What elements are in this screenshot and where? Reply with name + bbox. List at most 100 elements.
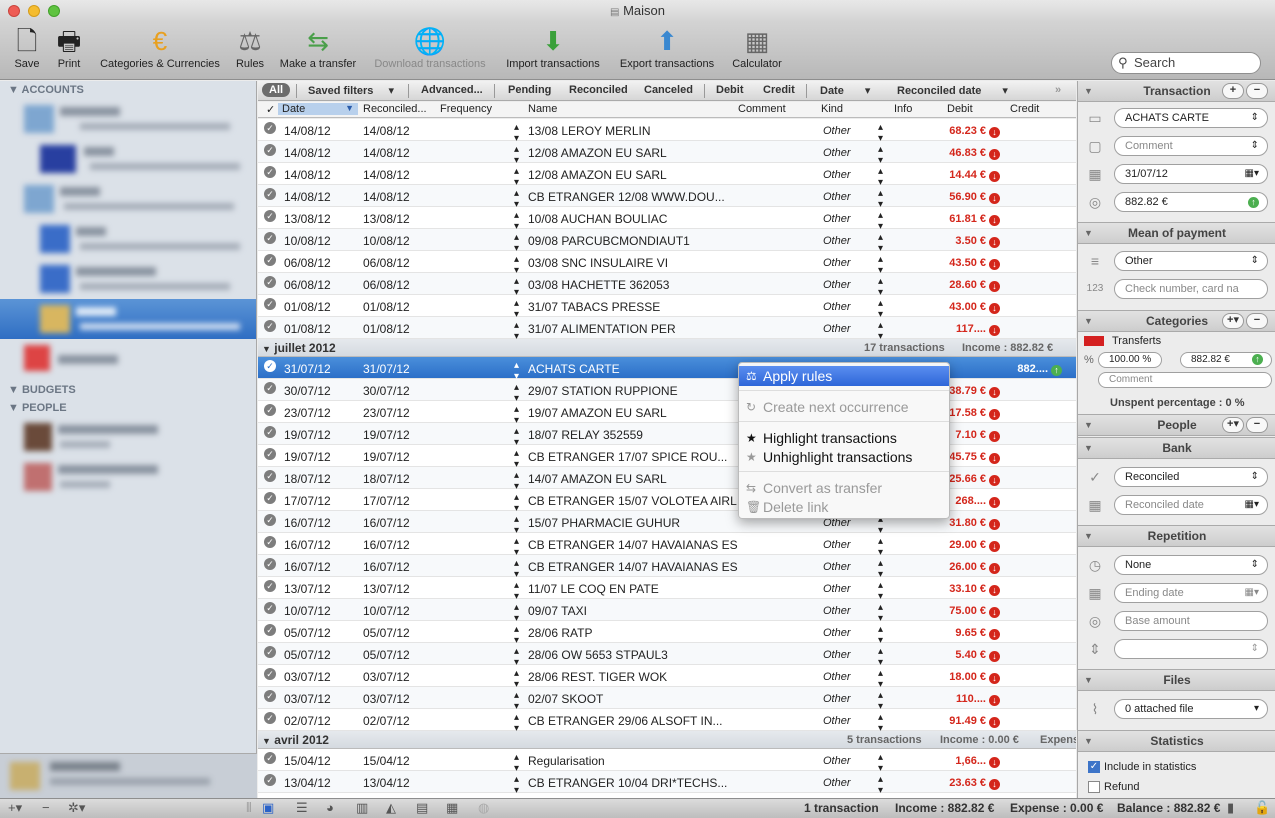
person-item[interactable] (0, 457, 256, 497)
filter-saved[interactable]: Saved filters ▾ (308, 84, 394, 97)
table-row[interactable]: ✓ 01/08/12 01/08/12 ▴ ▾ 31/07 TABACS PRESSE Ot… (258, 295, 1076, 320)
files-section-header[interactable]: ▼ Files (1078, 669, 1275, 691)
category-amount-field[interactable]: 882.82 € ↑ (1180, 352, 1272, 368)
lock-icon[interactable]: 🔓 (1254, 800, 1270, 816)
account-item[interactable] (0, 219, 256, 259)
save-button[interactable]: 🗋 Save (10, 26, 44, 70)
table-row-selected[interactable]: ✓ 31/07/12 31/07/12 ▴ ▾ ACHATS CARTE 882.... ↑ (258, 357, 1076, 382)
overflow-chevron-icon[interactable]: » (1055, 84, 1061, 96)
add-button[interactable]: + (1222, 83, 1244, 99)
reconciled-check-icon[interactable]: ✓ (264, 254, 276, 266)
reconciled-check-icon[interactable]: ✓ (264, 514, 276, 526)
table-row[interactable]: ✓ 02/07/12 02/07/12 ▴ ▾ CB ETRANGER 29/06 ALS… (258, 709, 1076, 734)
table-row[interactable]: ✓ 16/07/12 16/07/12 ▴ ▾ CB ETRANGER 14/07 HAV… (258, 555, 1076, 580)
reconciled-check-icon[interactable]: ✓ (264, 144, 276, 156)
table-row[interactable]: ✓ 10/08/12 10/08/12 ▴ ▾ 09/08 PARCUBCMONDIAUT… (258, 229, 1076, 254)
reconciled-check-icon[interactable]: ✓ (264, 712, 276, 724)
table-row[interactable]: ✓ 14/08/12 14/08/12 ▴ ▾ CB ETRANGER 12/08 WWW… (258, 185, 1076, 210)
bar-chart-icon[interactable]: ▥ (356, 800, 368, 816)
compare-chart-icon[interactable]: ▦ (446, 800, 458, 816)
table-row[interactable]: ✓ 15/04/12 15/04/12 ▴ ▾ Regularisation Other ▴ ▾… (258, 749, 1076, 774)
attached-files-select[interactable]: 0 attached file ▾ (1114, 699, 1268, 719)
account-item[interactable] (0, 139, 256, 179)
table-row[interactable]: ✓ 18/07/12 18/07/12 ▴ ▾ 14/07 AMAZON EU SARL 2… (258, 467, 1076, 492)
repetition-extra-select[interactable]: ⇕ (1114, 639, 1268, 659)
col-date[interactable]: Date ▼ (278, 103, 358, 115)
col-check[interactable]: ✓ (266, 103, 275, 116)
date-field[interactable]: 31/07/12 ▦▾ (1114, 164, 1268, 184)
add-account-button[interactable]: +▾ (8, 800, 22, 816)
remove-account-button[interactable]: − (42, 800, 50, 815)
reconciled-check-icon[interactable]: ✓ (264, 188, 276, 200)
menu-highlight[interactable]: ★ Highlight transactions (739, 428, 949, 448)
add-person-button[interactable]: +▾ (1222, 417, 1244, 433)
reconciled-check-icon[interactable]: ✓ (264, 382, 276, 394)
col-name[interactable]: Name (528, 103, 557, 115)
group-header-avril[interactable]: ▼ avril 2012 5 transactions Income : 0.0… (258, 731, 1076, 749)
print-button[interactable]: 🖶 Print (52, 26, 86, 70)
group-header-juillet[interactable]: ▼ juillet 2012 17 transactions Income : … (258, 339, 1076, 357)
reconciled-check-icon[interactable]: ✓ (264, 470, 276, 482)
reconciled-check-icon[interactable]: ✓ (264, 690, 276, 702)
all-accounts-summary[interactable] (0, 753, 257, 798)
people-header[interactable]: ▼ PEOPLE (0, 399, 256, 417)
filter-reconciled-date[interactable]: Reconciled date ▾ (897, 84, 1008, 97)
area-chart-icon[interactable]: ◭ (386, 800, 396, 816)
amount-field[interactable]: 882.82 € ↑ (1114, 192, 1268, 212)
import-transactions-button[interactable]: ⬇ Import transactions (500, 26, 606, 70)
reconciled-check-icon[interactable]: ✓ (264, 774, 276, 786)
make-transfer-button[interactable]: ⇆ Make a transfer (274, 26, 362, 70)
filter-reconciled[interactable]: Reconciled (569, 84, 628, 96)
reconciled-check-icon[interactable]: ✓ (264, 320, 276, 332)
table-row[interactable]: ✓ 13/07/12 13/07/12 ▴ ▾ 11/07 LE COQ EN PATE O… (258, 577, 1076, 602)
remove-person-button[interactable]: − (1246, 417, 1268, 433)
table-row[interactable]: ✓ 19/07/12 19/07/12 ▴ ▾ 18/07 RELAY 352559 7.1… (258, 423, 1076, 448)
table-row[interactable]: ✓ 06/08/12 06/08/12 ▴ ▾ 03/08 SNC INSULAIRE V… (258, 251, 1076, 276)
reconciled-check-icon[interactable]: ✓ (264, 602, 276, 614)
download-transactions-button[interactable]: 🌐 Download transactions (366, 26, 494, 70)
col-reconciled[interactable]: Reconciled... (363, 103, 427, 115)
close-window-button[interactable] (8, 5, 20, 17)
reconciled-check-icon[interactable]: ✓ (264, 580, 276, 592)
base-amount-field[interactable]: Base amount (1114, 611, 1268, 631)
remove-category-button[interactable]: − (1246, 313, 1268, 329)
list-view-icon[interactable]: ▣ (262, 800, 274, 816)
reconciled-check-icon[interactable]: ✓ (264, 122, 276, 134)
col-comment[interactable]: Comment (738, 103, 786, 115)
reconciled-check-icon[interactable]: ✓ (264, 558, 276, 570)
reconciled-check-icon[interactable]: ✓ (264, 536, 276, 548)
reconciled-check-icon[interactable]: ✓ (264, 360, 276, 372)
col-credit[interactable]: Credit (1010, 103, 1039, 115)
table-row[interactable]: ✓ 19/07/12 19/07/12 ▴ ▾ CB ETRANGER 17/07 SPI… (258, 445, 1076, 470)
reconciled-check-icon[interactable]: ✓ (264, 492, 276, 504)
calculator-icon[interactable]: ▮ (1227, 800, 1234, 816)
col-info[interactable]: Info (894, 103, 912, 115)
reconciled-check-icon[interactable]: ✓ (264, 232, 276, 244)
transaction-section-header[interactable]: ▼ Transaction + − (1078, 81, 1275, 102)
table-row[interactable]: ✓ 30/07/12 30/07/12 ▴ ▾ 29/07 STATION RUPPION… (258, 379, 1076, 404)
table-row[interactable]: ✓ 06/08/12 06/08/12 ▴ ▾ 03/08 HACHETTE 362053… (258, 273, 1076, 298)
table-row[interactable]: ✓ 10/07/12 10/07/12 ▴ ▾ 09/07 TAXI Other ▴ ▾ 75.0… (258, 599, 1076, 624)
splitter-handle-icon[interactable]: ⦀ (246, 800, 252, 816)
col-frequency[interactable]: Frequency (440, 103, 492, 115)
filter-debit[interactable]: Debit (716, 84, 744, 96)
table-row[interactable]: ✓ 05/07/12 05/07/12 ▴ ▾ 28/06 RATP Other ▴ ▾ 9.65… (258, 621, 1076, 646)
menu-create-next-occurrence[interactable]: ↻ Create next occurrence (739, 397, 949, 417)
menu-unhighlight[interactable]: ★ Unhighlight transactions (739, 447, 949, 467)
reconciled-check-icon[interactable]: ✓ (264, 624, 276, 636)
reconciled-check-icon[interactable]: ✓ (264, 448, 276, 460)
category-comment-field[interactable]: Comment (1098, 372, 1272, 388)
transaction-name-field[interactable]: ACHATS CARTE ⇕ (1114, 108, 1268, 128)
filter-all[interactable]: All (262, 83, 291, 97)
pie-chart-icon[interactable]: ◕ (326, 800, 334, 815)
repetition-section-header[interactable]: ▼ Repetition (1078, 525, 1275, 547)
account-item-selected[interactable] (0, 299, 256, 339)
table-row[interactable]: ✓ 01/08/12 01/08/12 ▴ ▾ 31/07 ALIMENTATION PE… (258, 317, 1076, 342)
filter-credit[interactable]: Credit (763, 84, 795, 96)
table-row[interactable]: ✓ 14/08/12 14/08/12 ▴ ▾ 13/08 LEROY MERLIN Oth… (258, 119, 1076, 144)
person-item[interactable] (0, 417, 256, 457)
zoom-window-button[interactable] (48, 5, 60, 17)
remove-button[interactable]: − (1246, 83, 1268, 99)
categories-section-header[interactable]: ▼ Categories +▾ − (1078, 310, 1275, 332)
reconciled-check-icon[interactable]: ✓ (264, 646, 276, 658)
